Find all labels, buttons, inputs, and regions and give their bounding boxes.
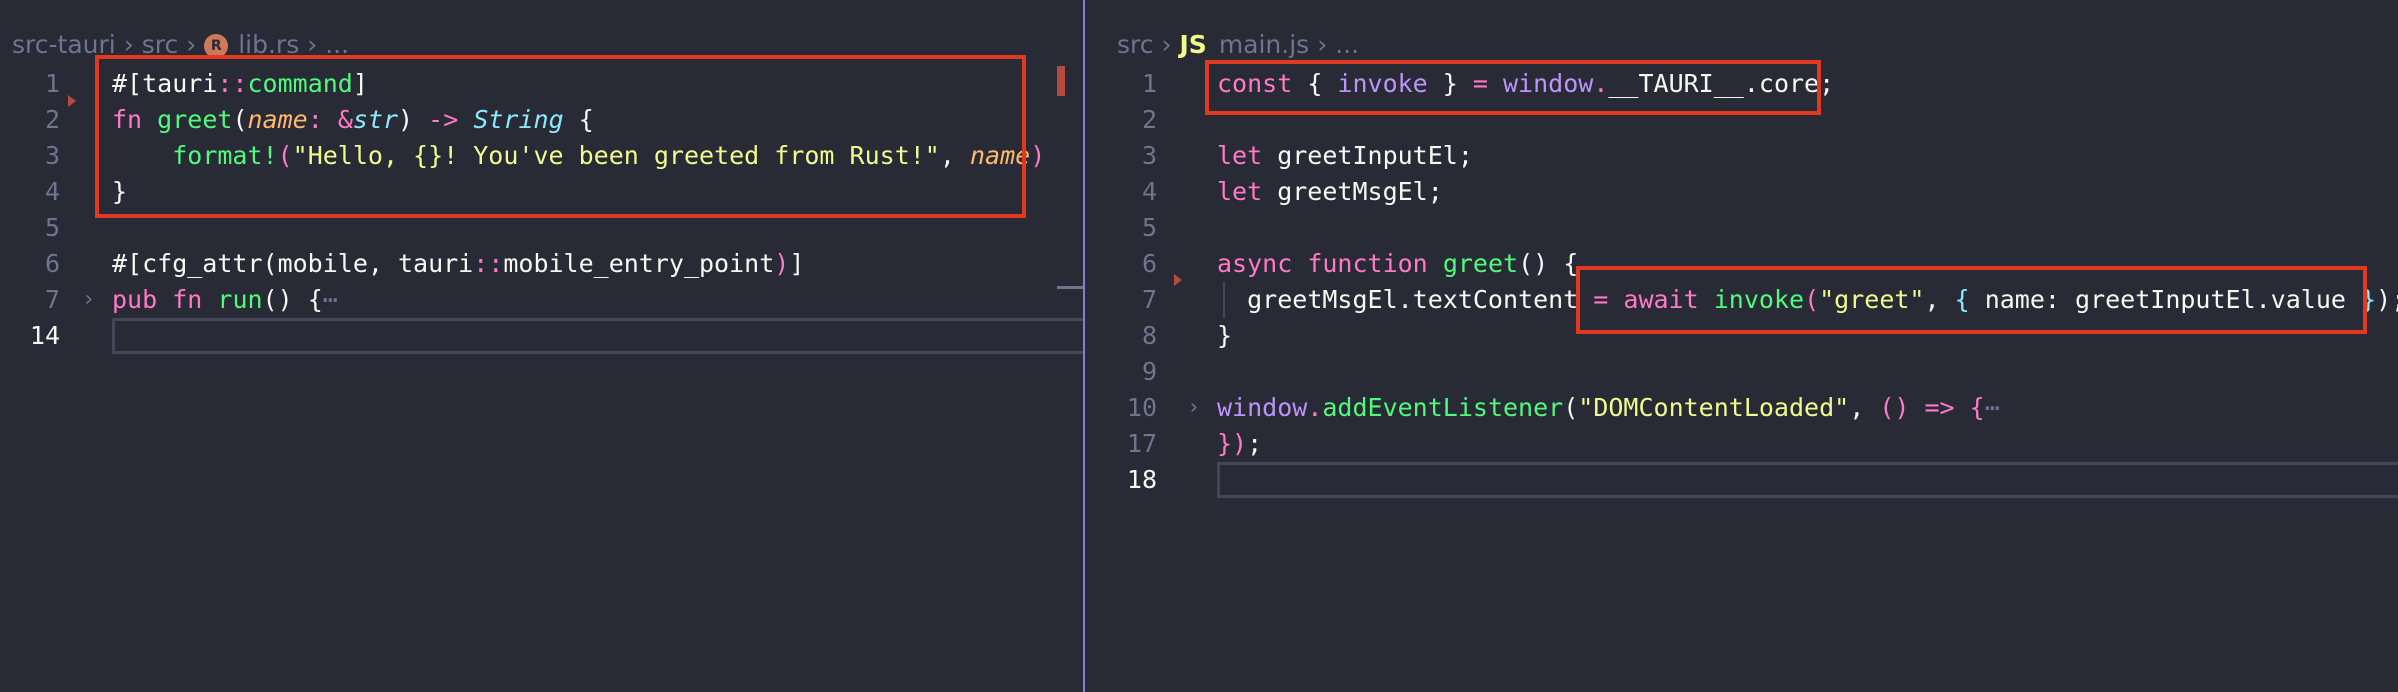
current-line-highlight (1217, 462, 2398, 498)
code-line-6[interactable]: #[cfg_attr(mobile, tauri::mobile_entry_p… (112, 246, 804, 282)
line-number: 17 (1126, 429, 1157, 458)
rust-file-icon: R (204, 34, 229, 58)
breadcrumb: src-tauri › src › Rlib.rs ›... (12, 28, 349, 62)
line-number: 6 (44, 249, 60, 278)
line-number: 10 (1126, 393, 1157, 422)
fold-chevron-icon[interactable]: › (1187, 390, 1200, 426)
code-line-4[interactable]: let greetMsgEl; (1217, 174, 1443, 210)
breadcrumb-item-file[interactable]: main.js (1219, 30, 1309, 59)
chevron-right-icon: › (1317, 30, 1328, 59)
line-number: 5 (44, 213, 60, 242)
code-line-7[interactable]: greetMsgEl.textContent = await invoke("g… (1217, 282, 2398, 318)
breadcrumb-item-src[interactable]: src (142, 30, 179, 59)
code-line-17[interactable]: }); (1217, 426, 1262, 462)
right-editor-pane[interactable]: src › JS main.js ›... 1 2 3 4 5 6 7 8 9 10 1… (1085, 0, 2398, 692)
line-number: 2 (1141, 105, 1157, 134)
folded-ellipsis[interactable]: ⋯ (1985, 393, 2000, 422)
code-line-10[interactable]: window.addEventListener("DOMContentLoade… (1217, 390, 2000, 426)
breadcrumb-item-file[interactable]: lib.rs (238, 30, 299, 59)
line-number: 7 (1141, 285, 1157, 314)
line-number: 1 (1141, 69, 1157, 98)
chevron-right-icon: › (123, 30, 134, 59)
breakpoint-marker-icon[interactable] (68, 95, 76, 107)
line-number-active: 14 (29, 321, 60, 350)
code-line-1[interactable]: const { invoke } = window.__TAURI__.core… (1217, 66, 1834, 102)
line-number: 7 (44, 285, 60, 314)
scrollbar-thumb[interactable] (1057, 286, 1083, 289)
code-line-3[interactable]: format!("Hello, {}! You've been greeted … (112, 138, 1045, 174)
code-line-7[interactable]: pub fn run() {⋯ (112, 282, 338, 318)
code-line-1[interactable]: #[tauri::command] (112, 66, 368, 102)
breadcrumb-item-symbols[interactable]: ... (325, 30, 349, 59)
chevron-right-icon: › (307, 30, 318, 59)
chevron-right-icon: › (1161, 30, 1172, 59)
line-number: 9 (1141, 357, 1157, 386)
line-number: 4 (1141, 177, 1157, 206)
folded-ellipsis[interactable]: ⋯ (323, 285, 338, 314)
breadcrumb-item-src[interactable]: src (1117, 30, 1154, 59)
line-number: 6 (1141, 249, 1157, 278)
fold-chevron-icon[interactable]: › (82, 282, 95, 318)
breadcrumb-item-symbols[interactable]: ... (1335, 30, 1359, 59)
js-file-icon: JS (1179, 30, 1207, 59)
line-number: 3 (1141, 141, 1157, 170)
line-number: 5 (1141, 213, 1157, 242)
line-number-active: 18 (1126, 465, 1157, 494)
code-line-3[interactable]: let greetInputEl; (1217, 138, 1473, 174)
line-number: 2 (44, 105, 60, 134)
line-number: 3 (44, 141, 60, 170)
scrollbar-marker[interactable] (1057, 66, 1065, 96)
breakpoint-marker-icon[interactable] (1174, 274, 1182, 286)
code-line-4[interactable]: } (112, 174, 127, 210)
code-line-6[interactable]: async function greet() { (1217, 246, 1578, 282)
current-line-highlight (112, 318, 1083, 354)
breadcrumb-item-src-tauri[interactable]: src-tauri (12, 30, 116, 59)
breadcrumb: src › JS main.js ›... (1117, 28, 1359, 62)
code-line-8[interactable]: } (1217, 318, 1232, 354)
line-number: 1 (44, 69, 60, 98)
left-editor-pane[interactable]: src-tauri › src › Rlib.rs ›... 1 2 3 4 5 6 7 … (0, 0, 1083, 692)
line-number: 4 (44, 177, 60, 206)
line-number: 8 (1141, 321, 1157, 350)
code-line-2[interactable]: fn greet(name: &str) -> String { (112, 102, 594, 138)
chevron-right-icon: › (186, 30, 197, 59)
